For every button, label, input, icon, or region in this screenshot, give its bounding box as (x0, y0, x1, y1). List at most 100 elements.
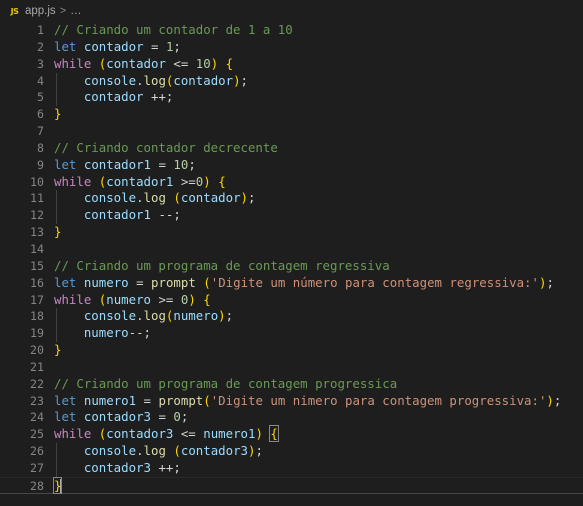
code-line-26[interactable]: 26 console.log (contador3); (0, 443, 583, 460)
token: console (83, 443, 137, 459)
code-text-28[interactable]: } (52, 476, 63, 495)
token: ; (165, 89, 174, 105)
token: . (136, 308, 144, 324)
code-text-26[interactable]: console.log (contador3); (54, 443, 263, 460)
code-text-13[interactable]: } (54, 224, 61, 241)
token: ; (143, 325, 151, 341)
code-line-7[interactable]: 7 (0, 123, 583, 140)
code-line-11[interactable]: 11 console.log (contador); (0, 190, 583, 208)
code-line-16[interactable]: 16 let numero = prompt ('Digite um número… (0, 275, 583, 292)
code-line-13[interactable]: 13} (0, 224, 583, 241)
code-text-15[interactable]: // Criando um programa de contagem regre… (54, 258, 390, 275)
code-text-18[interactable]: console.log(numero); (54, 308, 233, 325)
code-text-22[interactable]: // Criando um programa de contagem progr… (54, 376, 397, 393)
token: ; (188, 156, 196, 172)
token: ) (233, 72, 241, 88)
token: let (54, 38, 77, 54)
code-text-12[interactable]: contador1 --; (54, 207, 181, 224)
code-line-2[interactable]: 2 let contador = 1; (0, 39, 583, 56)
token: ; (173, 459, 181, 475)
token: . (136, 443, 144, 459)
token: contador (83, 89, 144, 105)
code-line-20[interactable]: 20} (0, 342, 583, 359)
line-number-11: 11 (30, 191, 44, 206)
code-text-1[interactable]: // Criando um contador de 1 a 10 (54, 22, 293, 39)
code-text-24[interactable]: let contador3 = 0; (54, 409, 188, 426)
code-text-16[interactable]: let numero = prompt ('Digite um número p… (54, 275, 554, 292)
token: { (269, 425, 279, 443)
code-text-25[interactable]: while (contador3 <= numero1) { (54, 425, 279, 443)
line-number-20: 20 (30, 343, 44, 358)
code-text-6[interactable]: } (54, 106, 61, 123)
code-line-24[interactable]: 24 let contador3 = 0; (0, 409, 583, 426)
code-line-12[interactable]: 12 contador1 --; (0, 207, 583, 224)
token: while (54, 55, 92, 71)
token: ; (255, 443, 263, 459)
code-line-5[interactable]: 5 contador ++; (0, 89, 583, 107)
code-line-4[interactable]: 4 console.log(contador); (0, 72, 583, 90)
token: -- (128, 325, 144, 341)
code-line-25[interactable]: 25 while (contador3 <= numero1) { (0, 425, 583, 443)
token: log (143, 190, 166, 206)
code-text-20[interactable]: } (54, 342, 61, 359)
breadcrumb-file-name[interactable]: app.js (25, 5, 56, 17)
code-text-4[interactable]: console.log(contador); (54, 73, 248, 90)
code-text-2[interactable]: let contador = 1; (54, 39, 181, 56)
line-number-13: 13 (30, 225, 44, 240)
code-line-6[interactable]: 6} (0, 106, 583, 123)
code-text-5[interactable]: contador ++; (54, 89, 174, 106)
code-line-19[interactable]: 19 numero--; (0, 325, 583, 342)
code-text-10[interactable]: while (contador1 >=0) { (54, 174, 226, 191)
code-line-14[interactable]: 14 (0, 241, 583, 258)
token: ; (173, 38, 181, 54)
token: let (54, 156, 77, 172)
code-line-22[interactable]: 22 // Criando um programa de contagem pro… (0, 376, 583, 393)
code-text-11[interactable]: console.log (contador); (54, 190, 256, 207)
code-text-19[interactable]: numero--; (54, 325, 151, 342)
code-text-3[interactable]: while (contador <= 10) { (54, 56, 233, 73)
token: prompt (151, 274, 196, 290)
code-line-21[interactable]: 21 (0, 359, 583, 376)
code-line-8[interactable]: 8 // Criando contador decrecente (0, 140, 583, 157)
token: ) (546, 392, 554, 408)
line-number-4: 4 (37, 73, 44, 88)
breadcrumb-overflow[interactable]: … (70, 5, 82, 17)
token: ) (188, 291, 196, 307)
token: contador3 (106, 426, 174, 442)
code-line-23[interactable]: 23 let numero1 = prompt('Digite um nimero… (0, 393, 583, 410)
token: // Criando um programa de contagem regre… (54, 257, 390, 273)
code-line-17[interactable]: 17 while (numero >= 0) { (0, 292, 583, 309)
code-text-17[interactable]: while (numero >= 0) { (54, 292, 211, 309)
code-text-9[interactable]: let contador1 = 10; (54, 157, 196, 174)
token: ; (180, 409, 189, 425)
line-number-19: 19 (30, 326, 44, 341)
code-line-9[interactable]: 9 let contador1 = 10; (0, 157, 583, 174)
code-line-10[interactable]: 10 while (contador1 >=0) { (0, 174, 583, 191)
code-line-18[interactable]: 18 console.log(numero); (0, 308, 583, 326)
code-line-3[interactable]: 3 while (contador <= 10) { (0, 56, 583, 73)
chevron-right-icon: > (59, 5, 67, 17)
code-text-27[interactable]: contador3 ++; (54, 460, 181, 477)
code-line-1[interactable]: 1 // Criando um contador de 1 a 10 (0, 22, 583, 39)
code-text-8[interactable]: // Criando contador decrecente (54, 140, 278, 157)
line-number-3: 3 (37, 56, 44, 71)
code-line-28[interactable]: 28} (0, 476, 583, 495)
token: log (143, 443, 166, 459)
code-text-23[interactable]: let numero1 = prompt('Digite um nimero p… (54, 393, 561, 410)
token: while (54, 426, 92, 442)
code-editor[interactable]: 1 // Criando um contador de 1 a 10 2 let co… (0, 22, 583, 506)
code-line-27[interactable]: 27 contador3 ++; (0, 459, 583, 477)
code-line-15[interactable]: 15 // Criando um programa de contagem reg… (0, 258, 583, 275)
token: // Criando um programa de contagem progr… (54, 375, 398, 391)
